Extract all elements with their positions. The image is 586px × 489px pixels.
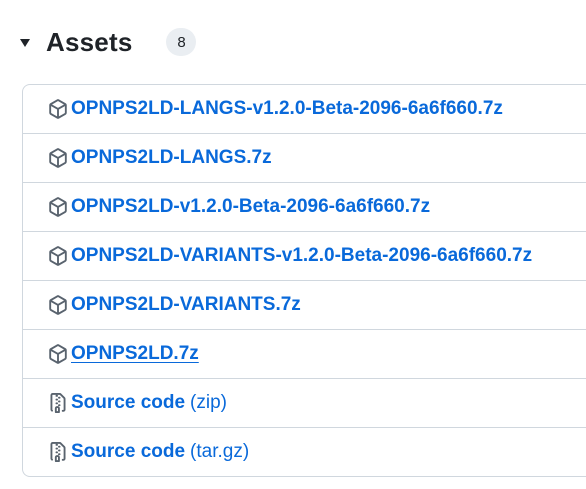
package-icon	[47, 343, 69, 365]
archive-format-label[interactable]: (zip)	[190, 392, 227, 414]
source-code-targz-link[interactable]: Source code	[71, 441, 185, 463]
asset-link[interactable]: OPNPS2LD-LANGS-v1.2.0-Beta-2096-6a6f660.…	[71, 98, 503, 120]
asset-row: Source code (tar.gz)	[23, 427, 586, 476]
source-code-zip-link[interactable]: Source code	[71, 392, 185, 414]
asset-link[interactable]: OPNPS2LD-VARIANTS.7z	[71, 294, 301, 316]
asset-row: OPNPS2LD.7z	[23, 329, 586, 378]
assets-count-badge: 8	[166, 28, 197, 56]
asset-link[interactable]: OPNPS2LD-v1.2.0-Beta-2096-6a6f660.7z	[71, 196, 430, 218]
asset-row: OPNPS2LD-LANGS-v1.2.0-Beta-2096-6a6f660.…	[23, 85, 586, 133]
asset-row: OPNPS2LD-VARIANTS.7z	[23, 280, 586, 329]
file-zip-icon	[47, 441, 69, 463]
asset-row: OPNPS2LD-LANGS.7z	[23, 133, 586, 182]
asset-link[interactable]: OPNPS2LD.7z	[71, 343, 199, 365]
asset-link[interactable]: OPNPS2LD-VARIANTS-v1.2.0-Beta-2096-6a6f6…	[71, 245, 532, 267]
asset-row: OPNPS2LD-v1.2.0-Beta-2096-6a6f660.7z	[23, 182, 586, 231]
package-icon	[47, 196, 69, 218]
collapse-caret-icon[interactable]	[20, 39, 30, 47]
assets-list: OPNPS2LD-LANGS-v1.2.0-Beta-2096-6a6f660.…	[22, 84, 586, 477]
assets-title: Assets	[46, 26, 133, 57]
package-icon	[47, 294, 69, 316]
package-icon	[47, 98, 69, 120]
archive-format-label[interactable]: (tar.gz)	[190, 441, 249, 463]
package-icon	[47, 245, 69, 267]
file-zip-icon	[47, 392, 69, 414]
asset-row: OPNPS2LD-VARIANTS-v1.2.0-Beta-2096-6a6f6…	[23, 231, 586, 280]
assets-header: Assets 8	[20, 20, 197, 64]
asset-row: Source code (zip)	[23, 378, 586, 427]
asset-link[interactable]: OPNPS2LD-LANGS.7z	[71, 147, 272, 169]
package-icon	[47, 147, 69, 169]
